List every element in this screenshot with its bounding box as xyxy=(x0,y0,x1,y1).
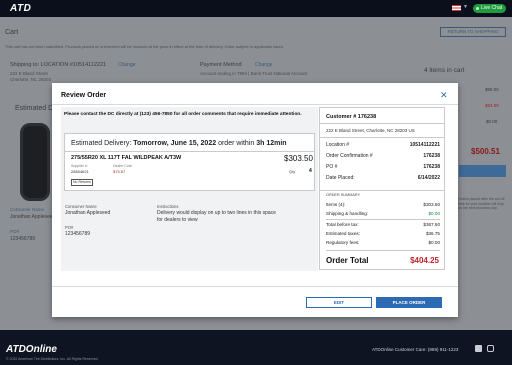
page-title: Cart xyxy=(5,29,19,36)
po-row-label: PO # xyxy=(326,164,338,170)
order-total-value: $404.25 xyxy=(410,256,439,265)
po-label: PO# xyxy=(65,225,74,230)
atd-logo[interactable]: ATD xyxy=(10,3,31,14)
estimated-delivery-middle: order within xyxy=(218,140,255,147)
supplier-value: 28654621 xyxy=(71,169,89,174)
dc-contact-notice: Please contact the DC directly at (123) … xyxy=(64,112,302,117)
summary-price: $64.00 xyxy=(485,103,499,108)
payment-change-link[interactable]: Change xyxy=(255,62,273,68)
cart-place-order-button[interactable] xyxy=(459,165,506,177)
order-confirmation-value: 176238 xyxy=(423,153,440,159)
divider xyxy=(52,286,458,287)
close-icon[interactable]: ✕ xyxy=(440,91,448,100)
cart-total: $500.51 xyxy=(471,147,500,156)
regulatory-fees-value: $0.00 xyxy=(428,240,441,245)
divider xyxy=(320,123,444,124)
delivery-card: Estimated Delivery: Tomorrow, June 15, 2… xyxy=(64,133,315,191)
divider xyxy=(65,151,314,152)
order-details-panel: Please contact the DC directly at (123) … xyxy=(61,107,318,271)
dealer-cost-value: $75.87 xyxy=(113,169,126,174)
items-in-cart: 4 items in cart xyxy=(424,67,465,74)
consumer-name-label: Consumer Name xyxy=(65,204,97,209)
dealer-cost-label: Dealer Cost: xyxy=(113,164,133,168)
product-price: $303.50 xyxy=(284,154,313,163)
shipping-value: $0.00 xyxy=(428,211,441,216)
shipping-address-line-2: Charlotte, NC 28203 xyxy=(10,77,52,82)
date-placed-label: Date Placed: xyxy=(326,175,355,181)
po-value: 123456789 xyxy=(10,236,36,242)
consumer-name-value: Jonathan Appleseed xyxy=(65,210,111,216)
summary-price: $88.00 xyxy=(485,87,499,92)
review-order-modal: Review Order ✕ Please contact the DC dir… xyxy=(52,83,458,317)
divider xyxy=(326,250,440,251)
customer-address: 222 E Bland Street, Charlotte, NC 28203 … xyxy=(326,128,415,133)
divider xyxy=(52,104,458,105)
customer-number: Customer # 176238 xyxy=(326,114,377,120)
modal-title: Review Order xyxy=(61,92,107,99)
date-placed-value: 6/14/2022 xyxy=(417,175,440,181)
shipping-label: Shipping & handling: xyxy=(326,211,369,216)
order-confirmation-label: Order Confirmation # xyxy=(326,153,373,159)
estimated-delivery-date: Tomorrow, June 15, 2022 xyxy=(133,140,217,147)
customer-care-line: ATDOnline Customer Care: (888) 911-1223 xyxy=(372,347,459,352)
edit-button[interactable]: EDIT xyxy=(306,297,372,308)
top-navigation-bar: ATD ▼ Live Chat xyxy=(0,0,512,17)
estimated-delivery-prefix: Estimated Delivery: xyxy=(71,140,132,147)
instructions-label: Instructions xyxy=(157,204,179,209)
po-label: PO# xyxy=(10,229,20,234)
place-order-button[interactable]: PLACE ORDER xyxy=(376,297,442,308)
return-to-shopping-button[interactable]: RETURN TO SHOPPING xyxy=(440,27,506,37)
divider xyxy=(320,137,444,138)
divider xyxy=(320,190,444,191)
divider xyxy=(326,219,440,220)
items-value: $303.50 xyxy=(423,202,440,207)
estimated-delivery-time: 3h 12min xyxy=(256,140,287,147)
estimated-taxes-label: Estimated taxes: xyxy=(326,231,360,236)
chevron-down-icon[interactable]: ▼ xyxy=(463,4,468,10)
copyright: © 2022 American Tire Distributors, Inc. … xyxy=(6,357,99,361)
atdonline-logo[interactable]: ATDOnline xyxy=(6,344,57,355)
location-label: Location # xyxy=(326,142,350,148)
location-value: 10514112221 xyxy=(409,142,440,148)
instructions-text: Delivery would display on up to two line… xyxy=(157,210,276,223)
summary-price: $0.00 xyxy=(486,119,498,124)
page-footer: ATDOnline © 2022 American Tire Distribut… xyxy=(0,330,512,365)
before-tax-label: Total before tax: xyxy=(326,222,359,227)
product-name: 275/55R20 XL 117T FAL WILDPEAK A/T3W xyxy=(71,155,182,161)
order-summary-panel: Customer # 176238 222 E Bland Street, Ch… xyxy=(319,107,445,270)
shipping-change-link[interactable]: Change xyxy=(118,62,136,68)
tire-image xyxy=(20,123,50,201)
estimated-taxes-value: $36.75 xyxy=(425,231,440,236)
supplier-label: Supplier #: xyxy=(71,164,88,168)
instagram-icon[interactable] xyxy=(487,345,494,352)
estimated-delivery: Estimated Delivery: Tomorrow, June 15, 2… xyxy=(71,140,287,147)
facebook-icon[interactable] xyxy=(475,345,482,352)
regulatory-fees-label: Regulatory fees: xyxy=(326,240,360,245)
shipping-label: Shipping to: LOCATION #10514112221 xyxy=(10,62,107,68)
po-value: 123456789 xyxy=(65,231,91,237)
order-total-label: Order Total xyxy=(326,256,369,265)
cart-side-note: Orders placed after the cut-off time for… xyxy=(458,197,505,210)
shipping-address: 222 E Bland Street Charlotte, NC 28203 xyxy=(10,71,51,83)
consumer-name-label: Consumer Name xyxy=(10,207,45,212)
qty-label: Qty xyxy=(289,169,296,174)
payment-description: Account ending in 7894 | Bank Trust Nati… xyxy=(200,71,308,76)
us-flag-icon[interactable] xyxy=(452,5,461,11)
before-tax-value: $367.50 xyxy=(423,222,440,227)
po-row-value: 176238 xyxy=(423,164,440,170)
qty-value: 4 xyxy=(309,168,312,174)
items-label: Items (4): xyxy=(326,202,346,207)
cart-notice: This cart has not been submitted. Produc… xyxy=(5,44,284,49)
payment-method-label: Payment Method xyxy=(200,62,242,68)
order-summary-heading: ORDER SUMMARY xyxy=(326,193,361,197)
consumer-name-value: Jonathan Appleseed xyxy=(10,214,56,220)
live-chat-button[interactable]: Live Chat xyxy=(473,4,507,13)
no-returns-badge: No Returns xyxy=(71,179,93,186)
